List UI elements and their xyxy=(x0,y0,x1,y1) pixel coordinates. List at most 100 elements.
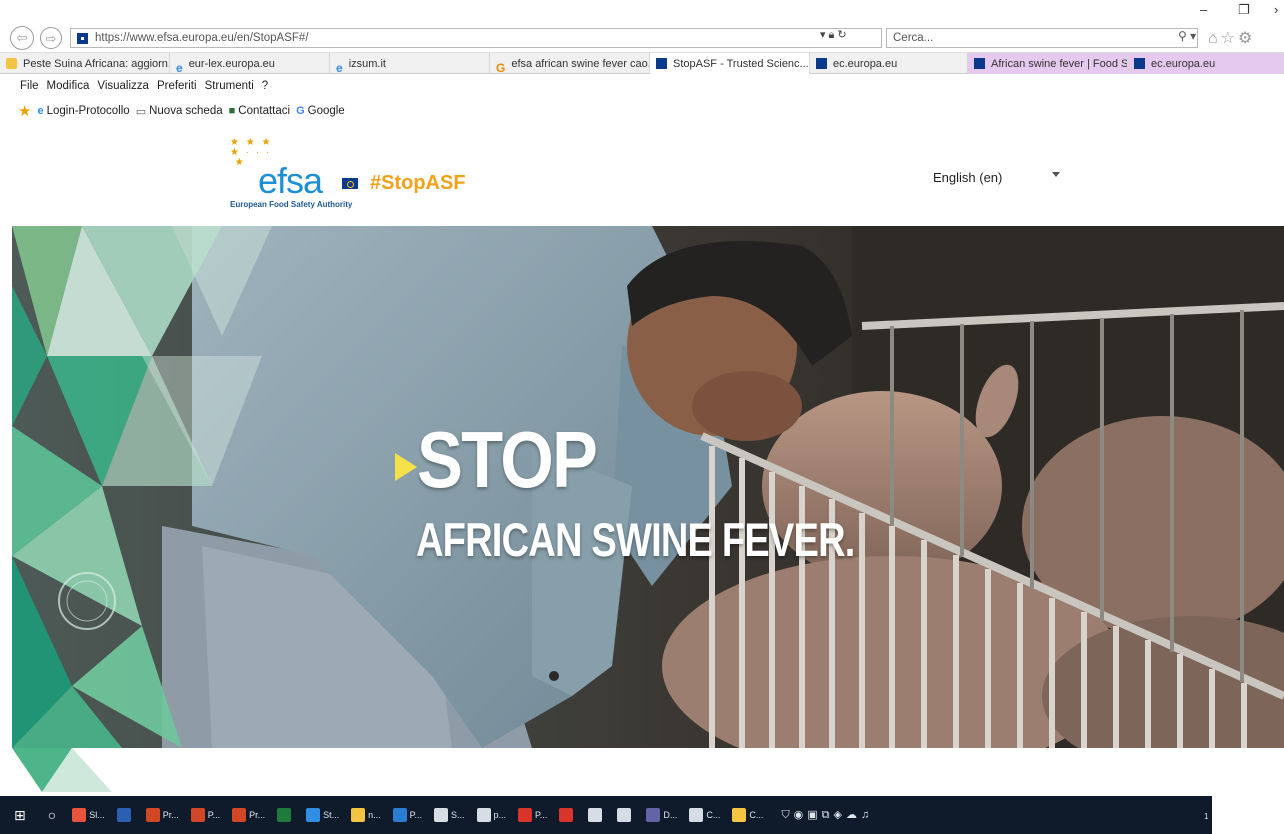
favorite-label: Google xyxy=(307,105,345,117)
app-icon xyxy=(72,808,87,822)
eu-flag-icon xyxy=(342,178,358,189)
taskbar-app[interactable]: P... xyxy=(392,808,422,822)
search-placeholder: Cerca... xyxy=(893,32,934,44)
favorites-star-icon[interactable]: ☆ xyxy=(1221,30,1238,47)
language-select[interactable]: English (en) xyxy=(933,170,1002,185)
eu-favicon-icon xyxy=(77,32,88,44)
taskbar-app-label: C... xyxy=(749,810,764,820)
eu-favicon-icon xyxy=(816,58,827,69)
app-icon xyxy=(559,808,574,822)
menu-preferiti[interactable]: Preferiti xyxy=(157,80,197,92)
taskbar-app[interactable]: C... xyxy=(689,808,720,822)
taskbar-app[interactable] xyxy=(116,808,134,822)
tab-ec-europa-1[interactable]: ec.europa.eu xyxy=(810,53,968,74)
tab-ec-europa-2[interactable]: ec.europa.eu xyxy=(1128,53,1284,74)
taskbar-app[interactable]: C... xyxy=(732,808,763,822)
taskbar-app[interactable]: P... xyxy=(518,808,547,822)
taskbar-app[interactable]: S... xyxy=(434,808,465,822)
menu-file[interactable]: File xyxy=(20,80,39,92)
taskbar-app-label: D... xyxy=(663,810,678,820)
taskbar-app[interactable] xyxy=(588,808,605,822)
tab-izsum[interactable]: e izsum.it xyxy=(330,53,490,74)
hero-subtitle: AFRICAN SWINE FEVER. xyxy=(416,513,855,566)
site-header: ★ ★ ★ ★ · · · ★ efsa European Food Safety… xyxy=(0,124,1284,226)
url-controls: ▾🔒︎↻ xyxy=(820,28,850,42)
logo-subtitle: European Food Safety Authority xyxy=(230,200,353,209)
taskbar-app[interactable]: p... xyxy=(476,808,506,822)
taskbar-app[interactable] xyxy=(559,808,576,822)
favorites-star-icon[interactable]: ★ xyxy=(18,102,31,120)
tab-eur-lex[interactable]: e eur-lex.europa.eu xyxy=(170,53,330,74)
favorite-nuova-scheda[interactable]: ▭ Nuova scheda xyxy=(136,105,223,118)
home-icon[interactable]: ⌂ xyxy=(1208,30,1221,47)
menu-strumenti[interactable]: Strumenti xyxy=(205,80,254,92)
app-icon xyxy=(689,808,704,822)
google-icon: G xyxy=(296,105,305,117)
menu-help[interactable]: ? xyxy=(262,80,268,92)
back-button[interactable]: ⇦ xyxy=(10,26,34,50)
tab-peste-suina[interactable]: Peste Suina Africana: aggiorn... xyxy=(0,53,170,74)
tab-label: eur-lex.europa.eu xyxy=(188,57,275,70)
taskbar-items: Sl... Pr... P... Pr... St... n... P... S... p...… xyxy=(72,808,775,822)
logo-word: efsa xyxy=(258,160,323,201)
taskbar-app-label: St... xyxy=(323,810,340,820)
restore-icon[interactable]: ❐ xyxy=(1238,2,1250,18)
taskbar-app-label: n... xyxy=(368,810,381,820)
favorite-label: Nuova scheda xyxy=(149,105,223,117)
taskbar-app-label: Sl... xyxy=(89,810,105,820)
app-icon xyxy=(232,808,247,822)
system-tray-icons[interactable]: ⛉◉▣⧉◈☁♫ xyxy=(781,808,873,822)
efsa-logo[interactable]: ★ ★ ★ ★ · · · ★ efsa European Food Safety… xyxy=(218,138,478,210)
refresh-icon[interactable]: ↻ xyxy=(837,29,849,41)
taskbar-app[interactable]: Pr... xyxy=(232,808,265,822)
taskbar-app[interactable]: n... xyxy=(351,808,381,822)
taskbar-app[interactable]: D... xyxy=(646,808,677,822)
taskbar-app-label: C... xyxy=(706,810,721,820)
dropdown-caret-icon[interactable]: ▾ xyxy=(820,29,829,41)
forward-button[interactable]: ⇨ xyxy=(40,27,62,49)
tab-label: izsum.it xyxy=(348,57,386,70)
toolbar-icons: ⌂☆⚙ xyxy=(1208,28,1255,48)
tab-stopasf[interactable]: StopASF - Trusted Scienc... ✕ xyxy=(650,53,810,74)
menu-modifica[interactable]: Modifica xyxy=(47,80,90,92)
search-input[interactable]: Cerca... xyxy=(886,28,1198,48)
arrow-right-icon: ⇨ xyxy=(45,31,57,46)
app-icon xyxy=(732,808,747,822)
app-icon xyxy=(476,808,491,822)
taskbar-app[interactable] xyxy=(277,808,294,822)
favorite-login-protocollo[interactable]: e Login-Protocollo xyxy=(37,105,129,117)
taskbar-app[interactable] xyxy=(617,808,634,822)
tab-label: African swine fever | Food Sa... xyxy=(991,57,1128,70)
taskbar-app-label: S... xyxy=(451,810,465,820)
close-window-icon[interactable]: › xyxy=(1274,2,1278,17)
gear-icon[interactable]: ⚙ xyxy=(1238,30,1255,47)
page-body xyxy=(12,748,1284,792)
menu-visualizza[interactable]: Visualizza xyxy=(97,80,149,92)
favorite-google[interactable]: G Google xyxy=(296,105,345,117)
taskbar-app[interactable]: Pr... xyxy=(145,808,179,822)
tab-efsa-search[interactable]: G efsa african swine fever cao... xyxy=(490,53,650,74)
windows-start-icon[interactable]: ⊞ xyxy=(14,807,26,824)
address-row: ⇦ ⇨ https://www.efsa.europa.eu/en/StopAS… xyxy=(0,24,1284,52)
minimize-icon[interactable]: – xyxy=(1200,2,1207,17)
play-arrow-icon xyxy=(395,453,417,481)
app-icon xyxy=(617,808,632,822)
favorite-contattaci[interactable]: ■ Contattaci xyxy=(229,105,290,117)
ie-icon: e xyxy=(176,61,183,74)
taskbar-app[interactable]: P... xyxy=(190,808,220,822)
clock[interactable]: 1 xyxy=(1204,812,1208,821)
url-input[interactable]: https://www.efsa.europa.eu/en/StopASF#/ xyxy=(70,28,882,48)
search-icon[interactable]: ⚲ ▾ xyxy=(1178,29,1196,43)
taskbar-app-label: P... xyxy=(409,810,422,820)
app-icon xyxy=(351,808,366,822)
cortana-search-icon[interactable]: ○ xyxy=(48,807,56,823)
tab-african-swine-fever[interactable]: African swine fever | Food Sa... xyxy=(968,53,1128,74)
app-icon xyxy=(190,808,205,822)
taskbar-app[interactable]: Sl... xyxy=(72,808,105,822)
favorites-bar: ★ e Login-Protocollo ▭ Nuova scheda ■ Co… xyxy=(0,98,1284,124)
chevron-down-icon[interactable] xyxy=(1052,172,1060,177)
tab-strip: Peste Suina Africana: aggiorn... e eur-l… xyxy=(0,52,1284,74)
hero-title: STOP xyxy=(417,415,598,504)
eu-favicon-icon xyxy=(656,58,667,69)
taskbar-app[interactable]: St... xyxy=(306,808,339,822)
